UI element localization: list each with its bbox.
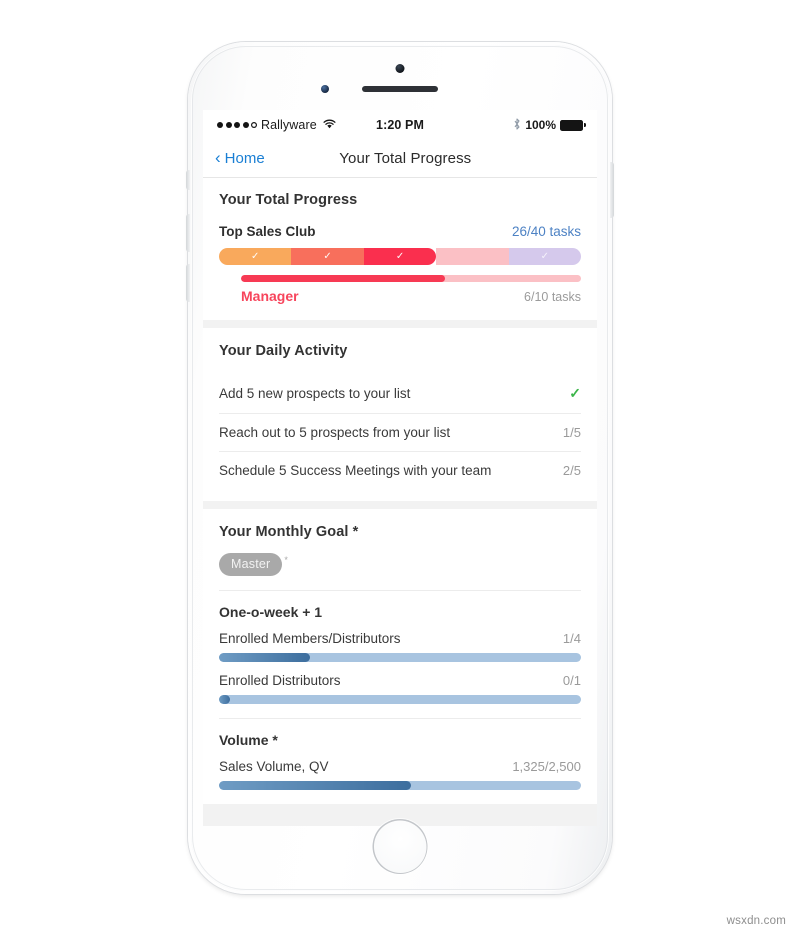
metric-progress-fill xyxy=(219,781,411,790)
list-item[interactable]: Reach out to 5 prospects from your list 1… xyxy=(219,413,581,451)
goal-section-one-o-week: One-o-week + 1 Enrolled Members/Distribut… xyxy=(219,590,581,718)
metric-row: Enrolled Members/Distributors 1/4 xyxy=(219,631,581,646)
chevron-left-icon: ‹ xyxy=(215,148,221,167)
monthly-goal-heading: Your Monthly Goal * xyxy=(219,524,359,540)
screenshot-stage: Rallyware 1:20 PM 100% ‹ Home Your Total… xyxy=(0,0,800,941)
rank-label: Manager xyxy=(241,288,299,304)
segmented-progress-bar[interactable]: ✓ ✓ ✓ ✓ xyxy=(219,248,581,265)
battery-percent-label: 100% xyxy=(525,118,557,132)
rank-progress-track xyxy=(241,275,581,282)
segment-4[interactable] xyxy=(436,248,509,265)
metric-row: Enrolled Distributors 0/1 xyxy=(219,673,581,688)
metric-value: 1/4 xyxy=(562,631,581,646)
status-bar: Rallyware 1:20 PM 100% xyxy=(203,110,597,140)
power-button[interactable] xyxy=(610,162,614,218)
mute-switch[interactable] xyxy=(186,170,190,190)
metric-progress-fill xyxy=(219,695,230,704)
total-progress-card: Your Total Progress Top Sales Club 26/40… xyxy=(203,178,597,320)
back-button[interactable]: ‹ Home xyxy=(215,148,265,167)
segment-3[interactable]: ✓ xyxy=(363,248,437,265)
status-badge[interactable]: Master xyxy=(219,553,283,576)
activity-label: Reach out to 5 prospects from your list xyxy=(219,425,451,440)
metric-label: Enrolled Members/Distributors xyxy=(219,631,401,646)
metric-item[interactable]: Enrolled Distributors 0/1 xyxy=(219,673,581,704)
top-sales-club-count: 26/40 tasks xyxy=(511,224,581,239)
metric-item[interactable]: Sales Volume, QV 1,325/2,500 xyxy=(219,759,581,790)
check-icon: ✓ xyxy=(569,385,581,401)
goal-section-title: Volume * xyxy=(219,732,278,748)
status-bar-clock: 1:20 PM xyxy=(376,118,424,132)
daily-activity-heading: Your Daily Activity xyxy=(219,343,348,359)
wifi-icon xyxy=(323,118,336,132)
status-bar-right: 100% xyxy=(424,117,587,133)
earpiece-speaker xyxy=(362,86,438,92)
signal-strength-icon xyxy=(217,122,257,128)
check-icon: ✓ xyxy=(251,250,260,262)
segment-5[interactable]: ✓ xyxy=(508,248,581,265)
total-progress-heading: Your Total Progress xyxy=(219,192,358,208)
segment-1[interactable]: ✓ xyxy=(219,248,292,265)
check-icon: ✓ xyxy=(540,250,550,262)
phone-device-frame: Rallyware 1:20 PM 100% ‹ Home Your Total… xyxy=(186,42,614,894)
metric-progress-track xyxy=(219,695,581,704)
list-item[interactable]: Schedule 5 Success Meetings with your te… xyxy=(219,451,581,489)
metric-progress-fill xyxy=(219,653,310,662)
rank-count: 6/10 tasks xyxy=(524,290,581,304)
rank-row: Manager 6/10 tasks xyxy=(241,288,581,304)
daily-activity-card: Your Daily Activity Add 5 new prospects … xyxy=(203,328,597,501)
navigation-bar: ‹ Home Your Total Progress xyxy=(203,140,597,178)
segment-2[interactable]: ✓ xyxy=(291,248,364,265)
bluetooth-icon xyxy=(513,117,521,133)
home-button[interactable] xyxy=(372,819,428,874)
volume-down-button[interactable] xyxy=(186,264,190,302)
activity-value: 1/5 xyxy=(562,425,581,440)
monthly-goal-badge-row: Master * xyxy=(219,553,581,590)
rank-progress-fill xyxy=(241,275,445,282)
top-sales-club-row: Top Sales Club 26/40 tasks xyxy=(219,224,581,239)
metric-progress-track xyxy=(219,781,581,790)
status-bar-left: Rallyware xyxy=(217,118,376,132)
front-camera-icon xyxy=(395,64,405,73)
goal-section-title: One-o-week + 1 xyxy=(219,604,323,620)
metric-item[interactable]: Enrolled Members/Distributors 1/4 xyxy=(219,631,581,662)
metric-label: Sales Volume, QV xyxy=(219,759,329,774)
watermark: wsxdn.com xyxy=(726,915,786,927)
badge-asterisk: * xyxy=(284,555,288,565)
battery-icon xyxy=(560,119,587,131)
metric-progress-track xyxy=(219,653,581,662)
back-button-label: Home xyxy=(224,150,265,167)
check-icon: ✓ xyxy=(323,250,332,262)
activity-label: Schedule 5 Success Meetings with your te… xyxy=(219,463,492,478)
carrier-name: Rallyware xyxy=(261,118,317,132)
metric-row: Sales Volume, QV 1,325/2,500 xyxy=(219,759,581,774)
metric-label: Enrolled Distributors xyxy=(219,673,341,688)
list-item[interactable]: Add 5 new prospects to your list ✓ xyxy=(219,371,581,413)
daily-activity-list: Add 5 new prospects to your list ✓ Reach o… xyxy=(219,371,581,489)
goal-section-volume: Volume * Sales Volume, QV 1,325/2,500 xyxy=(219,718,581,804)
phone-screen: Rallyware 1:20 PM 100% ‹ Home Your Total… xyxy=(203,110,597,826)
volume-up-button[interactable] xyxy=(186,214,190,252)
metric-value: 1,325/2,500 xyxy=(512,759,581,774)
monthly-goal-sections: One-o-week + 1 Enrolled Members/Distribut… xyxy=(219,590,581,804)
page-title: Your Total Progress xyxy=(339,150,472,167)
proximity-sensor-icon xyxy=(321,85,329,93)
monthly-goal-card: Your Monthly Goal * Master * One-o-week … xyxy=(203,509,597,804)
top-sales-club-label: Top Sales Club xyxy=(219,224,316,239)
metric-value: 0/1 xyxy=(562,673,581,688)
activity-label: Add 5 new prospects to your list xyxy=(219,386,411,401)
check-icon: ✓ xyxy=(395,250,405,262)
activity-value: 2/5 xyxy=(562,463,581,478)
